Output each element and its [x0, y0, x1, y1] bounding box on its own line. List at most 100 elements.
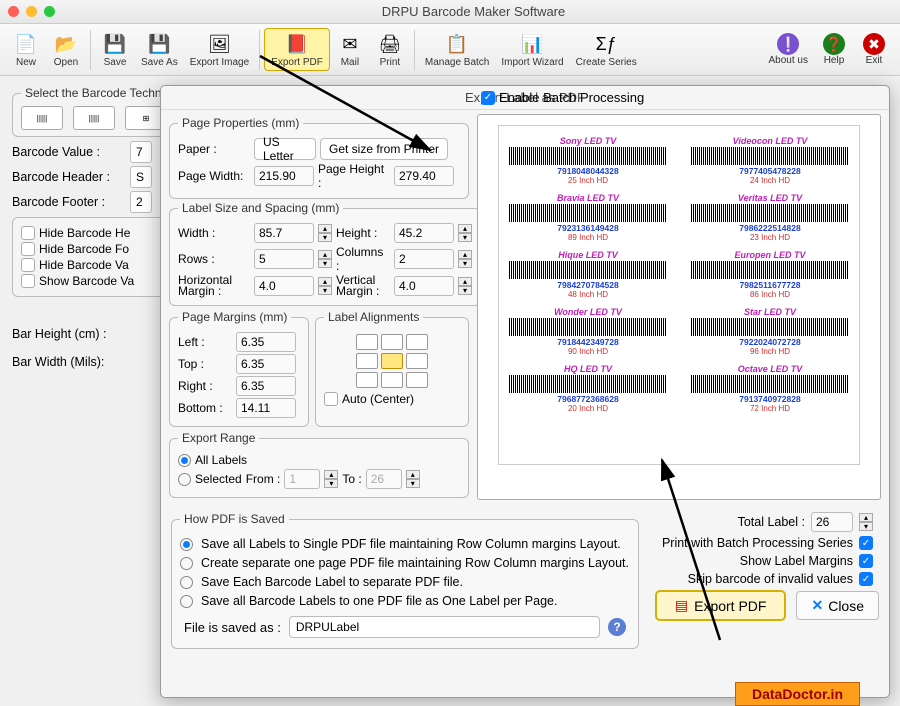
- align-cell[interactable]: [381, 353, 403, 369]
- exportimg-button[interactable]: 🖼Export Image: [184, 29, 255, 70]
- save-button[interactable]: 💾Save: [95, 29, 135, 70]
- new-button[interactable]: 📄New: [6, 29, 46, 70]
- auto-center-label: Auto (Center): [342, 392, 414, 406]
- close-button[interactable]: ✕Close: [796, 591, 879, 620]
- watermark: DataDoctor.in: [735, 682, 860, 706]
- help-button[interactable]: ❓Help: [814, 31, 854, 68]
- save-option-radio[interactable]: [180, 557, 193, 570]
- total-label-label: Total Label :: [738, 515, 805, 529]
- bar-width-label: Bar Width (Mils):: [12, 355, 122, 369]
- mail-icon: ✉: [337, 31, 363, 57]
- stepper-icon[interactable]: ▴▾: [324, 470, 338, 488]
- vmargin-input[interactable]: [394, 276, 454, 296]
- stepper-icon[interactable]: ▴▾: [406, 470, 420, 488]
- all-labels-radio[interactable]: [178, 454, 191, 467]
- get-size-button[interactable]: Get size from Printer: [320, 138, 448, 160]
- stepper-icon[interactable]: ▴▾: [859, 513, 873, 531]
- all-labels-label: All Labels: [195, 453, 247, 467]
- align-cell[interactable]: [356, 372, 378, 388]
- createseries-button[interactable]: ΣƒCreate Series: [570, 29, 643, 70]
- export-pdf-dialog: ✓ Enable Batch Processing Export Label a…: [160, 85, 890, 698]
- barcode-preview: Octave LED TV791374097282872 Inch HD: [691, 364, 849, 413]
- importwiz-button[interactable]: 📊Import Wizard: [495, 29, 569, 70]
- right-label: Right :: [178, 379, 232, 393]
- about-button[interactable]: ❕About us: [763, 31, 814, 68]
- pdf-icon: ▤: [675, 597, 688, 614]
- print-button[interactable]: 🖨Print: [370, 29, 410, 70]
- close-window-icon[interactable]: [8, 6, 19, 17]
- barcode-header-input[interactable]: [130, 166, 152, 188]
- tech-option[interactable]: |||||: [21, 106, 63, 130]
- print-batch-checkbox[interactable]: ✓: [859, 536, 873, 550]
- hide-option-checkbox[interactable]: [21, 242, 35, 256]
- selected-radio[interactable]: [178, 473, 191, 486]
- page-height-input[interactable]: [394, 166, 454, 186]
- align-cell[interactable]: [406, 334, 428, 350]
- margin-right-input[interactable]: [236, 376, 296, 396]
- save-option-radio[interactable]: [180, 576, 193, 589]
- hmargin-input[interactable]: [254, 276, 314, 296]
- align-cell[interactable]: [406, 372, 428, 388]
- barcode-header-label: Barcode Header :: [12, 170, 122, 184]
- margin-left-input[interactable]: [236, 332, 296, 352]
- stepper-icon[interactable]: ▴▾: [458, 250, 472, 268]
- alignments-legend: Label Alignments: [324, 310, 423, 324]
- barcode-footer-input[interactable]: [130, 191, 152, 213]
- align-cell[interactable]: [406, 353, 428, 369]
- new-icon: 📄: [13, 31, 39, 57]
- exit-button[interactable]: ✖Exit: [854, 31, 894, 68]
- stepper-icon[interactable]: ▴▾: [458, 277, 472, 295]
- saveas-button[interactable]: 💾Save As: [135, 29, 184, 70]
- to-input[interactable]: [366, 469, 402, 489]
- open-button[interactable]: 📂Open: [46, 29, 86, 70]
- hide-option-checkbox[interactable]: [21, 274, 35, 288]
- managebatch-button[interactable]: 📋Manage Batch: [419, 29, 496, 70]
- importwiz-icon: 📊: [519, 31, 545, 57]
- label-height-input[interactable]: [394, 223, 454, 243]
- width-label: Width :: [178, 226, 250, 240]
- total-label-input[interactable]: [811, 512, 853, 532]
- titlebar: DRPU Barcode Maker Software: [0, 0, 900, 24]
- save-option-radio[interactable]: [180, 595, 193, 608]
- save-option-radio[interactable]: [180, 538, 193, 551]
- rows-input[interactable]: [254, 249, 314, 269]
- label-width-input[interactable]: [254, 223, 314, 243]
- auto-center-checkbox[interactable]: [324, 392, 338, 406]
- hide-option-checkbox[interactable]: [21, 258, 35, 272]
- export-pdf-button[interactable]: ▤Export PDF: [655, 590, 787, 621]
- stepper-icon[interactable]: ▴▾: [458, 224, 472, 242]
- hide-option-label: Show Barcode Va: [39, 274, 134, 288]
- stepper-icon[interactable]: ▴▾: [318, 277, 332, 295]
- createseries-icon: Σƒ: [593, 31, 619, 57]
- barcode-preview: Sony LED TV791804804432825 Inch HD: [509, 136, 667, 185]
- barcode-value-input[interactable]: [130, 141, 152, 163]
- stepper-icon[interactable]: ▴▾: [318, 250, 332, 268]
- align-cell[interactable]: [381, 334, 403, 350]
- mail-button[interactable]: ✉Mail: [330, 29, 370, 70]
- align-cell[interactable]: [381, 372, 403, 388]
- skip-invalid-checkbox[interactable]: ✓: [859, 572, 873, 586]
- margin-top-input[interactable]: [236, 354, 296, 374]
- from-input[interactable]: [284, 469, 320, 489]
- hide-option-checkbox[interactable]: [21, 226, 35, 240]
- tech-option[interactable]: |||||: [73, 106, 115, 130]
- enable-batch-checkbox[interactable]: ✓: [481, 91, 495, 105]
- stepper-icon[interactable]: ▴▾: [318, 224, 332, 242]
- rows-label: Rows :: [178, 252, 250, 266]
- align-cell[interactable]: [356, 353, 378, 369]
- show-margins-checkbox[interactable]: ✓: [859, 554, 873, 568]
- margin-bottom-input[interactable]: [236, 398, 296, 418]
- paper-select[interactable]: US Letter: [254, 138, 316, 160]
- cols-input[interactable]: [394, 249, 454, 269]
- help-icon[interactable]: ?: [608, 618, 626, 636]
- preview-pane: Sony LED TV791804804432825 Inch HDVideoc…: [477, 114, 881, 500]
- exportpdf-button[interactable]: 📕Export PDF: [264, 28, 330, 71]
- barcode-preview: Wonder LED TV791844234972890 Inch HD: [509, 307, 667, 356]
- zoom-window-icon[interactable]: [44, 6, 55, 17]
- align-cell[interactable]: [356, 334, 378, 350]
- file-saved-input[interactable]: [289, 616, 600, 638]
- minimize-window-icon[interactable]: [26, 6, 37, 17]
- barcode-preview: Star LED TV792202407272896 Inch HD: [691, 307, 849, 356]
- page-width-input[interactable]: [254, 166, 314, 186]
- barcode-footer-label: Barcode Footer :: [12, 195, 122, 209]
